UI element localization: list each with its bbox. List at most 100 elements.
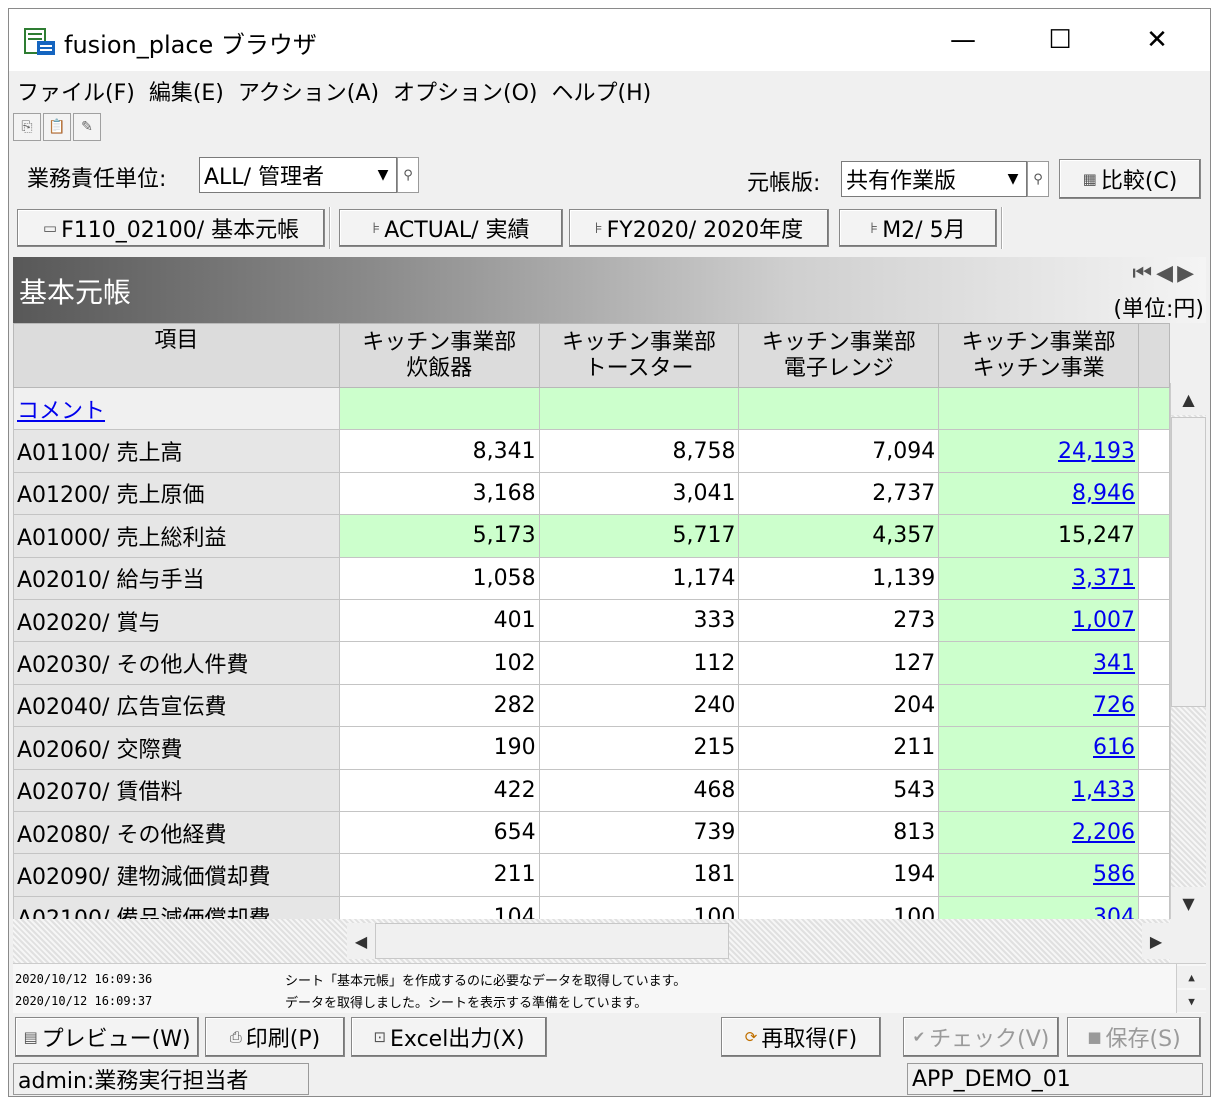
save-button[interactable]: ■ 保存(S) <box>1067 1017 1201 1057</box>
value-cell[interactable]: 543 <box>738 768 940 812</box>
value-cell[interactable]: 739 <box>538 810 740 855</box>
value-cell[interactable]: 8,341 <box>338 429 540 473</box>
value-cell[interactable]: 813 <box>738 810 940 855</box>
comment-cell[interactable] <box>938 386 1140 431</box>
value-cell[interactable]: 333 <box>538 598 740 643</box>
dim-ledger-button[interactable]: ▭ F110_02100/ 基本元帳 <box>17 209 325 247</box>
value-cell[interactable]: 304 <box>938 895 1140 919</box>
value-cell[interactable]: 1,433 <box>938 768 1140 812</box>
value-cell[interactable]: 654 <box>338 810 540 855</box>
value-cell[interactable]: 15,247 <box>938 514 1140 558</box>
close-button[interactable]: ✕ <box>1109 9 1205 71</box>
value-link[interactable]: 8,946 <box>1072 481 1135 506</box>
menu-action[interactable]: アクション(A) <box>238 75 379 107</box>
ledger-combo[interactable]: 共有作業版 ▼ <box>841 161 1027 197</box>
excel-export-button[interactable]: ⊡ Excel出力(X) <box>351 1017 547 1057</box>
comment-cell[interactable] <box>538 386 740 431</box>
value-cell[interactable]: 104 <box>338 895 540 919</box>
value-cell[interactable]: 127 <box>738 641 940 685</box>
search-icon[interactable]: ⚲ <box>397 157 419 193</box>
menu-help[interactable]: ヘルプ(H) <box>552 75 652 107</box>
search-icon[interactable]: ⚲ <box>1027 161 1049 197</box>
chevron-down-icon[interactable]: ▼ <box>1000 162 1026 196</box>
value-cell[interactable]: 1,139 <box>738 556 940 600</box>
comment-cell[interactable] <box>338 386 540 431</box>
eraser-icon[interactable]: ✎ <box>73 113 101 141</box>
value-cell[interactable]: 100 <box>738 895 940 919</box>
value-cell[interactable]: 401 <box>338 598 540 643</box>
chevron-down-icon[interactable]: ▼ <box>370 158 396 192</box>
page-nav[interactable]: ⏮◀▶ <box>1132 261 1198 286</box>
value-link[interactable]: 1,433 <box>1072 778 1135 803</box>
value-cell[interactable]: 341 <box>938 641 1140 685</box>
refetch-button[interactable]: ⟳ 再取得(F) <box>721 1017 881 1057</box>
scroll-left-icon[interactable]: ◀ <box>347 923 375 959</box>
comment-link-cell[interactable]: コメント <box>13 386 340 431</box>
vertical-scroll-thumb[interactable] <box>1171 417 1206 707</box>
value-link[interactable]: 2,206 <box>1072 820 1135 845</box>
value-cell[interactable]: 586 <box>938 853 1140 897</box>
comment-cell[interactable] <box>738 386 940 431</box>
value-cell[interactable]: 2,737 <box>738 471 940 516</box>
unit-combo[interactable]: ALL/ 管理者 ▼ <box>199 157 397 193</box>
value-cell[interactable]: 204 <box>738 683 940 728</box>
value-cell[interactable]: 181 <box>538 853 740 897</box>
value-link[interactable]: 616 <box>1093 735 1135 760</box>
vertical-scrollbar[interactable]: ▲ ▼ <box>1170 383 1206 919</box>
scroll-right-icon[interactable]: ▶ <box>1142 923 1170 959</box>
dim-year-button[interactable]: ⊧ FY2020/ 2020年度 <box>569 209 829 247</box>
value-link[interactable]: 1,007 <box>1072 608 1135 633</box>
log-scrollbar[interactable]: ▲ ▼ <box>1176 964 1206 1013</box>
value-link[interactable]: 24,193 <box>1058 439 1135 464</box>
horizontal-scrollbar[interactable]: ◀ ▶ <box>13 919 1170 963</box>
value-cell[interactable]: 24,193 <box>938 429 1140 473</box>
value-cell[interactable]: 194 <box>738 853 940 897</box>
value-cell[interactable]: 8,946 <box>938 471 1140 516</box>
value-cell[interactable]: 4,357 <box>738 514 940 558</box>
value-cell[interactable]: 273 <box>738 598 940 643</box>
value-cell[interactable]: 1,058 <box>338 556 540 600</box>
value-cell[interactable]: 1,174 <box>538 556 740 600</box>
value-cell[interactable]: 726 <box>938 683 1140 728</box>
value-cell[interactable]: 3,041 <box>538 471 740 516</box>
value-cell[interactable]: 100 <box>538 895 740 919</box>
dim-month-button[interactable]: ⊧ M2/ 5月 <box>839 209 997 247</box>
scroll-down-icon[interactable]: ▼ <box>1177 990 1206 1012</box>
check-button[interactable]: ✔ チェック(V) <box>903 1017 1059 1057</box>
scroll-up-icon[interactable]: ▲ <box>1171 383 1206 415</box>
value-cell[interactable]: 2,206 <box>938 810 1140 855</box>
value-cell[interactable]: 102 <box>338 641 540 685</box>
menu-option[interactable]: オプション(O) <box>393 75 537 107</box>
value-cell[interactable]: 7,094 <box>738 429 940 473</box>
compare-button[interactable]: ▦ 比較(C) <box>1059 159 1201 199</box>
maximize-button[interactable]: ☐ <box>1012 9 1108 71</box>
copy-icon[interactable]: ⎘ <box>13 113 41 141</box>
value-cell[interactable]: 1,007 <box>938 598 1140 643</box>
value-cell[interactable]: 211 <box>338 853 540 897</box>
scroll-up-icon[interactable]: ▲ <box>1177 966 1206 988</box>
value-cell[interactable]: 215 <box>538 726 740 770</box>
preview-button[interactable]: ▤ プレビュー(W) <box>15 1017 199 1057</box>
minimize-button[interactable]: — <box>915 9 1011 71</box>
comment-link[interactable]: コメント <box>17 399 105 424</box>
value-cell[interactable]: 468 <box>538 768 740 812</box>
scroll-down-icon[interactable]: ▼ <box>1171 887 1206 919</box>
paste-icon[interactable]: 📋 <box>43 113 71 141</box>
value-link[interactable]: 304 <box>1093 905 1135 919</box>
value-cell[interactable]: 3,371 <box>938 556 1140 600</box>
horizontal-scroll-thumb[interactable] <box>375 923 729 959</box>
value-cell[interactable]: 3,168 <box>338 471 540 516</box>
menu-file[interactable]: ファイル(F) <box>17 75 135 107</box>
value-cell[interactable]: 282 <box>338 683 540 728</box>
value-cell[interactable]: 190 <box>338 726 540 770</box>
value-cell[interactable]: 211 <box>738 726 940 770</box>
value-cell[interactable]: 5,173 <box>338 514 540 558</box>
value-link[interactable]: 726 <box>1093 693 1135 718</box>
value-link[interactable]: 3,371 <box>1072 566 1135 591</box>
menu-edit[interactable]: 編集(E) <box>149 75 224 107</box>
dim-scenario-button[interactable]: ⊧ ACTUAL/ 実績 <box>339 209 563 247</box>
value-link[interactable]: 586 <box>1093 862 1135 887</box>
value-cell[interactable]: 240 <box>538 683 740 728</box>
value-cell[interactable]: 5,717 <box>538 514 740 558</box>
value-link[interactable]: 341 <box>1093 651 1135 676</box>
